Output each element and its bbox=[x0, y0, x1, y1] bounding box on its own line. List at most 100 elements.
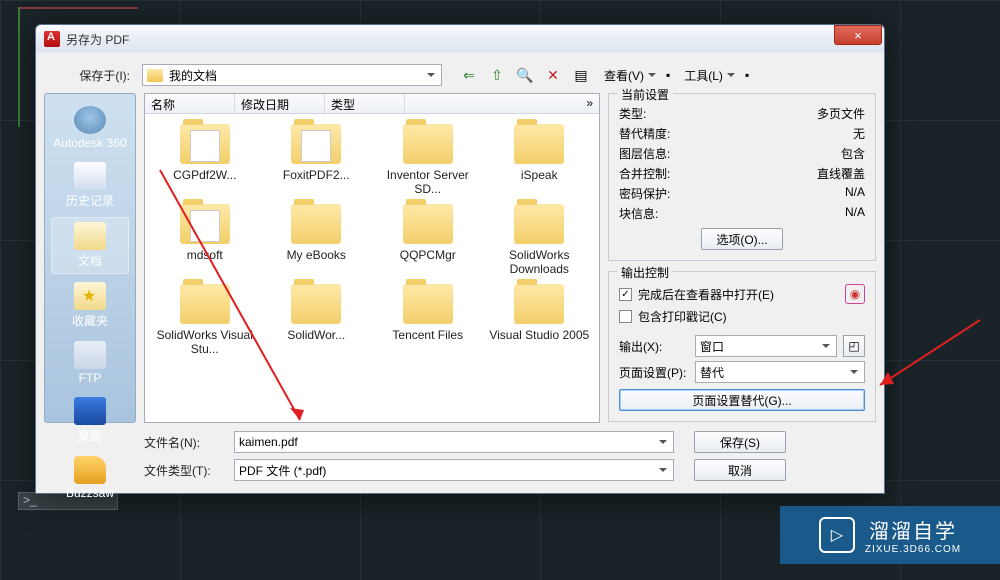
folder-icon bbox=[291, 124, 341, 164]
folder-item[interactable]: SolidWorks Visual Stu... bbox=[151, 284, 259, 356]
view-menu[interactable]: 查看(V) bbox=[596, 64, 660, 86]
right-panel: 当前设置 类型:多页文件 替代精度:无 图层信息:包含 合并控制:直线覆盖 密码… bbox=[608, 93, 876, 423]
tools-menu[interactable]: 工具(L) bbox=[676, 64, 739, 86]
col-more[interactable]: » bbox=[580, 94, 599, 113]
cancel-button[interactable]: 取消 bbox=[694, 459, 786, 481]
folder-icon bbox=[180, 204, 230, 244]
folder-label: Visual Studio 2005 bbox=[489, 328, 589, 342]
include-stamp-checkbox[interactable] bbox=[619, 310, 632, 323]
export-combo[interactable]: 窗口 bbox=[695, 335, 837, 357]
save-as-pdf-dialog: 另存为 PDF × 保存于(I): 我的文档 ⇐ ⇧ 🔍 ✕ ▤ 查看(V) ▪… bbox=[35, 24, 885, 494]
open-after-label: 完成后在查看器中打开(E) bbox=[638, 286, 774, 303]
documents-icon bbox=[74, 222, 106, 250]
folder-icon bbox=[180, 124, 230, 164]
folder-item[interactable]: SolidWorks Downloads bbox=[486, 204, 594, 276]
folder-label: iSpeak bbox=[521, 168, 558, 182]
col-date[interactable]: 修改日期 bbox=[235, 94, 325, 113]
sidebar-item-ftp[interactable]: FTP bbox=[51, 337, 129, 389]
folder-label: mdsoft bbox=[187, 248, 223, 262]
close-button[interactable]: × bbox=[834, 25, 882, 45]
save-in-combo[interactable]: 我的文档 bbox=[142, 64, 442, 86]
folder-label: SolidWor... bbox=[287, 328, 345, 342]
sidebar-item-desktop[interactable]: 桌面 bbox=[51, 393, 129, 448]
watermark: ▷ 溜溜自学 ZIXUE.3D66.COM bbox=[780, 506, 1000, 564]
folder-icon bbox=[403, 284, 453, 324]
app-icon bbox=[44, 31, 60, 47]
favorites-icon bbox=[74, 282, 106, 310]
delete-icon[interactable]: ✕ bbox=[544, 66, 562, 84]
command-prompt-icon: >_ bbox=[19, 493, 37, 507]
window-pick-icon[interactable]: ◰ bbox=[843, 335, 865, 357]
desktop-icon bbox=[74, 397, 106, 425]
output-control-group: 输出控制 ✓ 完成后在查看器中打开(E) ◉ 包含打印戳记(C) 输出(X): … bbox=[608, 271, 876, 422]
folder-item[interactable]: iSpeak bbox=[486, 124, 594, 196]
search-icon[interactable]: 🔍 bbox=[516, 66, 534, 84]
pagesetup-combo[interactable]: 替代 bbox=[695, 361, 865, 383]
folder-icon bbox=[291, 284, 341, 324]
open-after-checkbox[interactable]: ✓ bbox=[619, 288, 632, 301]
folder-icon bbox=[514, 284, 564, 324]
new-folder-icon[interactable]: ▤ bbox=[572, 66, 590, 84]
window-title: 另存为 PDF bbox=[66, 31, 129, 48]
filetype-combo[interactable]: PDF 文件 (*.pdf) bbox=[234, 459, 674, 481]
current-settings-group: 当前设置 类型:多页文件 替代精度:无 图层信息:包含 合并控制:直线覆盖 密码… bbox=[608, 93, 876, 261]
save-in-label: 保存于(I): bbox=[44, 67, 136, 84]
folder-label: CGPdf2W... bbox=[173, 168, 236, 182]
places-sidebar: Autodesk 360 历史记录 文档 收藏夹 FTP 桌面 Buzzsaw bbox=[44, 93, 136, 423]
save-in-value: 我的文档 bbox=[169, 67, 217, 84]
ucs-y-axis bbox=[18, 7, 20, 127]
sidebar-item-buzzsaw[interactable]: Buzzsaw bbox=[51, 452, 129, 504]
filename-input[interactable]: kaimen.pdf bbox=[234, 431, 674, 453]
folder-label: FoxitPDF2... bbox=[283, 168, 350, 182]
stamp-settings-icon[interactable]: ◉ bbox=[845, 284, 865, 304]
col-name[interactable]: 名称 bbox=[145, 94, 235, 113]
folder-item[interactable]: Tencent Files bbox=[374, 284, 482, 356]
col-type[interactable]: 类型 bbox=[325, 94, 405, 113]
filetype-label: 文件类型(T): bbox=[144, 462, 224, 479]
buzzsaw-icon bbox=[74, 456, 106, 484]
autodesk360-icon bbox=[74, 106, 106, 134]
folder-item[interactable]: QQPCMgr bbox=[374, 204, 482, 276]
menu-separator: ▪ bbox=[745, 68, 749, 82]
folder-icon bbox=[403, 204, 453, 244]
folder-label: Inventor Server SD... bbox=[374, 168, 482, 196]
folder-item[interactable]: mdsoft bbox=[151, 204, 259, 276]
up-icon[interactable]: ⇧ bbox=[488, 66, 506, 84]
sidebar-item-autodesk360[interactable]: Autodesk 360 bbox=[51, 102, 129, 154]
save-button[interactable]: 保存(S) bbox=[694, 431, 786, 453]
sidebar-item-history[interactable]: 历史记录 bbox=[51, 158, 129, 213]
history-icon bbox=[74, 162, 106, 190]
folder-item[interactable]: FoxitPDF2... bbox=[263, 124, 371, 196]
folder-icon bbox=[291, 204, 341, 244]
include-stamp-label: 包含打印戳记(C) bbox=[638, 308, 727, 325]
folder-label: SolidWorks Visual Stu... bbox=[151, 328, 259, 356]
pagesetup-label: 页面设置(P): bbox=[619, 364, 689, 381]
folder-item[interactable]: My eBooks bbox=[263, 204, 371, 276]
folder-item[interactable]: CGPdf2W... bbox=[151, 124, 259, 196]
folder-icon bbox=[514, 124, 564, 164]
menu-separator: ▪ bbox=[666, 68, 670, 82]
settings-title: 当前设置 bbox=[617, 86, 673, 103]
folder-icon bbox=[147, 69, 163, 82]
folder-icon bbox=[403, 124, 453, 164]
folder-label: SolidWorks Downloads bbox=[486, 248, 594, 276]
file-header[interactable]: 名称 修改日期 类型 » bbox=[145, 94, 599, 114]
sidebar-item-documents[interactable]: 文档 bbox=[51, 217, 129, 274]
watermark-main: 溜溜自学 bbox=[869, 515, 957, 544]
ftp-icon bbox=[74, 341, 106, 369]
folder-label: QQPCMgr bbox=[400, 248, 456, 262]
sidebar-item-favorites[interactable]: 收藏夹 bbox=[51, 278, 129, 333]
file-browser[interactable]: 名称 修改日期 类型 » CGPdf2W... FoxitPDF2... Inven… bbox=[144, 93, 600, 423]
back-icon[interactable]: ⇐ bbox=[460, 66, 478, 84]
options-button[interactable]: 选项(O)... bbox=[701, 228, 782, 250]
folder-icon bbox=[180, 284, 230, 324]
titlebar[interactable]: 另存为 PDF × bbox=[36, 25, 884, 53]
folder-item[interactable]: SolidWor... bbox=[263, 284, 371, 356]
output-title: 输出控制 bbox=[617, 264, 673, 281]
export-label: 输出(X): bbox=[619, 338, 689, 355]
pagesetup-override-button[interactable]: 页面设置替代(G)... bbox=[619, 389, 865, 411]
folder-item[interactable]: Inventor Server SD... bbox=[374, 124, 482, 196]
folder-item[interactable]: Visual Studio 2005 bbox=[486, 284, 594, 356]
filename-label: 文件名(N): bbox=[144, 434, 224, 451]
folder-icon bbox=[514, 204, 564, 244]
